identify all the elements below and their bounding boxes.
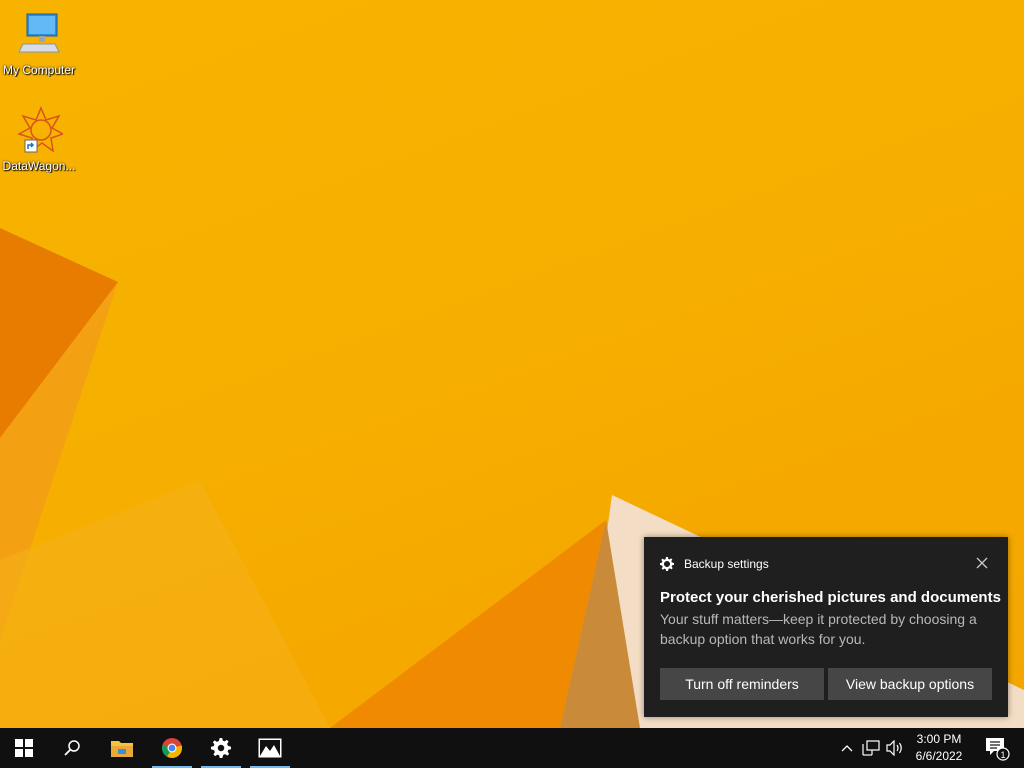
photos-taskbar-button[interactable]: [246, 728, 294, 768]
show-hidden-icons-button[interactable]: [838, 728, 856, 768]
file-explorer-button[interactable]: [98, 728, 146, 768]
action-center-button[interactable]: 1: [976, 728, 1016, 768]
photos-icon: [258, 738, 282, 758]
datawagon-shortcut-icon: [17, 106, 65, 153]
volume-button[interactable]: [884, 728, 906, 768]
clock-time: 3:00 PM: [916, 732, 962, 746]
toast-title: Protect your cherished pictures and docu…: [660, 589, 1001, 606]
turn-off-reminders-button[interactable]: Turn off reminders: [660, 668, 824, 700]
desktop-icon-label: My Computer: [2, 63, 76, 77]
computer-icon: [18, 13, 60, 53]
settings-icon: [211, 738, 231, 758]
taskbar: 3:00 PM 6/6/2022 1: [0, 728, 1024, 768]
chrome-taskbar-button[interactable]: [148, 728, 196, 768]
close-icon[interactable]: [974, 555, 990, 571]
gear-icon: [660, 557, 674, 571]
chrome-icon: [161, 738, 183, 759]
start-icon: [15, 739, 33, 757]
notification-count: 1: [1000, 750, 1005, 760]
volume-icon: [886, 740, 902, 756]
notification-icon: 1: [986, 738, 1010, 761]
search-icon: [64, 740, 80, 756]
clock[interactable]: 3:00 PM 6/6/2022: [908, 731, 970, 765]
view-backup-options-button[interactable]: View backup options: [828, 668, 992, 700]
network-button[interactable]: [860, 728, 882, 768]
start-button[interactable]: [0, 728, 48, 768]
search-button[interactable]: [48, 728, 96, 768]
desktop-icon-datawagon[interactable]: DataWagon...: [0, 106, 78, 173]
toast-body: Your stuff matters—keep it protected by …: [660, 611, 977, 647]
toast-app-name: Backup settings: [684, 557, 769, 571]
chevron-up-icon: [841, 745, 853, 752]
desktop-icon-label: DataWagon...: [2, 159, 76, 173]
network-icon: [862, 740, 880, 756]
backup-notification-toast[interactable]: Backup settings Protect your cherished p…: [644, 537, 1008, 717]
desktop-icon-my-computer[interactable]: My Computer: [0, 10, 78, 77]
file-explorer-icon: [111, 741, 133, 757]
clock-date: 6/6/2022: [915, 749, 963, 763]
desktop: My Computer DataWagon... Backup settings…: [0, 0, 1024, 728]
settings-taskbar-button[interactable]: [197, 728, 245, 768]
toast-header: Backup settings: [660, 555, 769, 573]
